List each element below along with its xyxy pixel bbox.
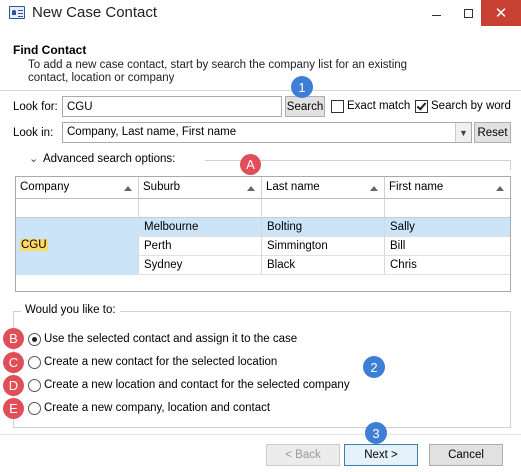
exact-match-checkbox[interactable] bbox=[331, 100, 344, 113]
column-header-label: Suburb bbox=[143, 181, 181, 193]
table-row[interactable]: Melbourne Bolting Sally bbox=[16, 218, 510, 237]
callout-badge-d: D bbox=[3, 375, 24, 396]
look-in-select[interactable]: Company, Last name, First name ▼ bbox=[62, 122, 472, 143]
option-new-company-label[interactable]: Create a new company, location and conta… bbox=[44, 402, 270, 414]
callout-badge-e: E bbox=[3, 398, 24, 419]
cell-first-name: Chris bbox=[385, 256, 510, 275]
back-button[interactable]: < Back bbox=[266, 444, 340, 466]
expand-chevron-icon[interactable]: ⌄ bbox=[29, 152, 38, 165]
reset-button[interactable]: Reset bbox=[474, 122, 511, 143]
cell-last-name: Bolting bbox=[262, 218, 385, 237]
cell-suburb: Perth bbox=[139, 237, 262, 256]
column-header-first-name[interactable]: First name bbox=[385, 177, 510, 199]
filter-cell-first-name[interactable] bbox=[385, 199, 510, 218]
exact-match-label: Exact match bbox=[347, 100, 411, 112]
option-new-location-label[interactable]: Create a new location and contact for th… bbox=[44, 379, 350, 391]
close-button[interactable]: ✕ bbox=[481, 0, 521, 26]
sort-arrow-icon bbox=[124, 186, 132, 191]
callout-badge-b: B bbox=[3, 328, 24, 349]
option-use-selected-label[interactable]: Use the selected contact and assign it t… bbox=[44, 333, 297, 345]
advanced-divider-edge bbox=[510, 160, 511, 170]
minimize-icon bbox=[431, 14, 441, 16]
chevron-down-icon[interactable]: ▼ bbox=[455, 123, 471, 142]
sort-arrow-icon bbox=[496, 186, 504, 191]
cell-first-name: Bill bbox=[385, 237, 510, 256]
filter-cell-last-name[interactable] bbox=[262, 199, 385, 218]
column-header-last-name[interactable]: Last name bbox=[262, 177, 385, 199]
next-button[interactable]: Next > bbox=[344, 444, 418, 466]
option-new-contact-radio[interactable] bbox=[28, 356, 41, 369]
filter-cell-suburb[interactable] bbox=[139, 199, 262, 218]
column-header-label: Last name bbox=[266, 181, 320, 193]
page-description: To add a new case contact, start by sear… bbox=[28, 59, 408, 84]
maximize-icon bbox=[463, 8, 473, 18]
callout-badge-1: 1 bbox=[291, 76, 313, 98]
cell-last-name: Black bbox=[262, 256, 385, 275]
column-header-label: First name bbox=[389, 181, 444, 193]
look-in-value: Company, Last name, First name bbox=[67, 126, 237, 138]
results-grid[interactable]: Company Suburb Last name First name CGU … bbox=[15, 176, 511, 292]
filter-cell-company[interactable] bbox=[16, 199, 139, 218]
contact-card-icon bbox=[9, 6, 25, 19]
page-title: Find Contact bbox=[13, 43, 87, 57]
look-for-input[interactable] bbox=[62, 96, 282, 117]
window-title: New Case Contact bbox=[32, 4, 158, 21]
column-header-label: Company bbox=[20, 181, 70, 193]
table-row[interactable]: Perth Simmington Bill bbox=[16, 237, 510, 256]
look-in-label: Look in: bbox=[13, 127, 54, 139]
look-for-label: Look for: bbox=[13, 101, 58, 113]
options-group-label: Would you like to: bbox=[21, 304, 120, 316]
search-by-word-label: Search by word bbox=[431, 100, 511, 112]
cancel-button[interactable]: Cancel bbox=[429, 444, 503, 466]
close-icon: ✕ bbox=[494, 5, 508, 22]
sort-arrow-icon bbox=[247, 186, 255, 191]
search-button[interactable]: Search bbox=[285, 96, 325, 117]
column-header-suburb[interactable]: Suburb bbox=[139, 177, 262, 199]
option-use-selected-radio[interactable] bbox=[28, 333, 41, 346]
option-new-contact-label[interactable]: Create a new contact for the selected lo… bbox=[44, 356, 277, 368]
search-by-word-checkbox[interactable] bbox=[415, 100, 428, 113]
callout-badge-2: 2 bbox=[363, 356, 385, 378]
minimize-button[interactable] bbox=[418, 0, 454, 26]
advanced-search-toggle[interactable]: Advanced search options: bbox=[43, 153, 175, 165]
callout-badge-c: C bbox=[3, 352, 24, 373]
sort-arrow-icon bbox=[370, 186, 378, 191]
footer-divider bbox=[0, 434, 521, 435]
callout-badge-a: A bbox=[240, 154, 261, 175]
callout-badge-3: 3 bbox=[365, 422, 387, 444]
cell-suburb: Sydney bbox=[139, 256, 262, 275]
table-row[interactable]: Sydney Black Chris bbox=[16, 256, 510, 275]
cell-first-name: Sally bbox=[385, 218, 510, 237]
option-new-company-radio[interactable] bbox=[28, 402, 41, 415]
column-header-company[interactable]: Company bbox=[16, 177, 139, 199]
cell-suburb: Melbourne bbox=[139, 218, 262, 237]
cell-last-name: Simmington bbox=[262, 237, 385, 256]
checkmark-icon bbox=[416, 100, 427, 111]
option-new-location-radio[interactable] bbox=[28, 379, 41, 392]
